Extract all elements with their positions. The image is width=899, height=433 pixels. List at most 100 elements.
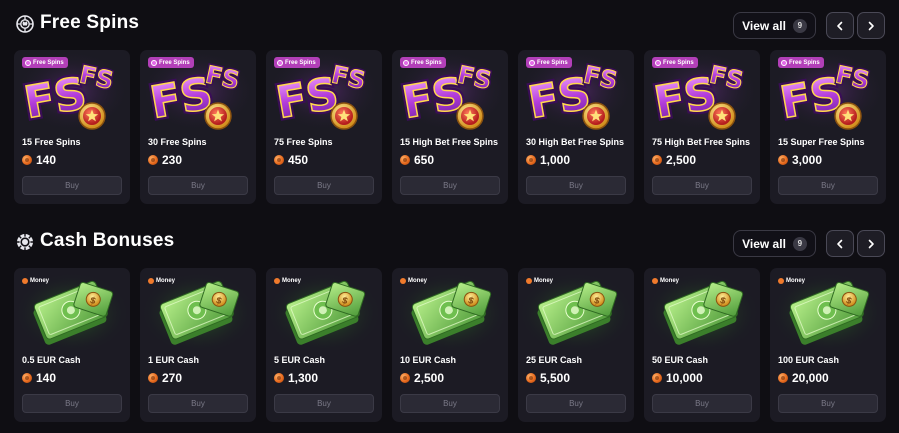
offer-card[interactable]: $ Money 100 EUR Cash 20,000 Buy [770,268,886,422]
coin-icon [778,373,788,383]
offer-card[interactable]: FS FS FS FS Free Spins 75 Free Spins 450… [266,50,382,204]
badge-icon [25,59,31,66]
coin-icon [526,155,536,165]
offer-name: 1 EUR Cash [148,355,200,365]
buy-button[interactable]: Buy [22,176,122,195]
price-value: 20,000 [792,371,829,385]
buy-button[interactable]: Buy [778,394,878,413]
offer-name: 0.5 EUR Cash [22,355,81,365]
offer-card[interactable]: $ Money 0.5 EUR Cash 140 Buy [14,268,130,422]
offer-card[interactable]: $ Money 10 EUR Cash 2,500 Buy [392,268,508,422]
view-all-button[interactable]: View all 9 [733,12,816,39]
badge-icon [652,277,658,284]
badge-icon [400,277,406,284]
buy-button[interactable]: Buy [652,394,752,413]
badge-label: Free Spins [411,59,442,66]
buy-button[interactable]: Buy [526,176,626,195]
offer-card[interactable]: $ Money 1 EUR Cash 270 Buy [140,268,256,422]
buy-button[interactable]: Buy [400,176,500,195]
offer-badge: Free Spins [652,57,698,68]
badge-icon [22,277,28,284]
offer-badge: Free Spins [22,57,68,68]
offer-card[interactable]: FS FS FS FS Free Spins 30 High Bet Free … [518,50,634,204]
prev-button[interactable] [826,12,854,39]
offer-badge: Money [400,275,431,286]
coin-icon [526,373,536,383]
crown-wheel-icon [16,15,34,33]
view-all-count: 9 [792,18,807,33]
buy-button[interactable]: Buy [22,394,122,413]
price-value: 450 [288,153,309,167]
price-value: 1,000 [540,153,571,167]
offer-price: 20,000 [778,371,829,385]
chevron-left-icon [837,21,843,30]
badge-label: Money [534,277,554,284]
offer-name: 15 High Bet Free Spins [400,137,499,147]
buy-button[interactable]: Buy [778,176,878,195]
offer-name: 75 Free Spins [274,137,333,147]
badge-icon [277,59,283,66]
buy-button[interactable]: Buy [274,176,374,195]
badge-icon [151,59,157,66]
offer-card[interactable]: $ Money 25 EUR Cash 5,500 Buy [518,268,634,422]
offer-name: 30 Free Spins [148,137,207,147]
coin-icon [652,155,662,165]
offer-name: 15 Free Spins [22,137,81,147]
offer-card[interactable]: FS FS FS FS Free Spins 15 Free Spins 140… [14,50,130,204]
offer-name: 25 EUR Cash [526,355,583,365]
free-spins-header: Free Spins View all 9 [0,0,899,50]
badge-label: Free Spins [537,59,568,66]
chevron-right-icon [868,21,874,30]
offer-price: 3,000 [778,153,822,167]
offer-price: 5,500 [526,371,570,385]
coin-icon [778,155,788,165]
chevron-left-icon [837,239,843,248]
badge-label: Money [786,277,806,284]
coin-icon [400,373,410,383]
view-all-button[interactable]: View all 9 [733,230,816,257]
badge-label: Money [408,277,428,284]
view-all-count: 9 [792,236,807,251]
buy-button[interactable]: Buy [148,176,248,195]
next-button[interactable] [857,230,885,257]
chevron-right-icon [868,239,874,248]
buy-button[interactable]: Buy [652,176,752,195]
offer-card[interactable]: $ Money 5 EUR Cash 1,300 Buy [266,268,382,422]
buy-button[interactable]: Buy [148,394,248,413]
offer-badge: Money [148,275,179,286]
offer-badge: Free Spins [274,57,320,68]
next-button[interactable] [857,12,885,39]
offer-name: 75 High Bet Free Spins [652,137,751,147]
offer-price: 2,500 [652,153,696,167]
chip-icon [17,234,33,250]
section-title: Free Spins [40,12,140,33]
offer-card[interactable]: FS FS FS FS Free Spins 75 High Bet Free … [644,50,760,204]
buy-button[interactable]: Buy [400,394,500,413]
price-value: 1,300 [288,371,319,385]
offer-badge: Free Spins [148,57,194,68]
price-value: 3,000 [792,153,823,167]
offer-badge: Free Spins [526,57,572,68]
offer-card[interactable]: FS FS FS FS Free Spins 15 Super Free Spi… [770,50,886,204]
free-spins-cards: FS FS FS FS Free Spins 15 Free Spins 140… [14,50,886,204]
price-value: 140 [36,371,57,385]
buy-button[interactable]: Buy [526,394,626,413]
offer-badge: Money [778,275,809,286]
offer-card[interactable]: $ Money 50 EUR Cash 10,000 Buy [644,268,760,422]
badge-icon [778,277,784,284]
badge-label: Free Spins [285,59,316,66]
prev-button[interactable] [826,230,854,257]
offer-price: 1,000 [526,153,570,167]
badge-label: Free Spins [789,59,820,66]
price-value: 10,000 [666,371,703,385]
offer-card[interactable]: FS FS FS FS Free Spins 30 Free Spins 230… [140,50,256,204]
offer-card[interactable]: FS FS FS FS Free Spins 15 High Bet Free … [392,50,508,204]
offer-badge: Free Spins [778,57,824,68]
offer-price: 650 [400,153,434,167]
price-value: 230 [162,153,183,167]
buy-button[interactable]: Buy [274,394,374,413]
offer-price: 270 [148,371,182,385]
badge-label: Money [156,277,176,284]
coin-icon [652,373,662,383]
offer-price: 140 [22,153,56,167]
